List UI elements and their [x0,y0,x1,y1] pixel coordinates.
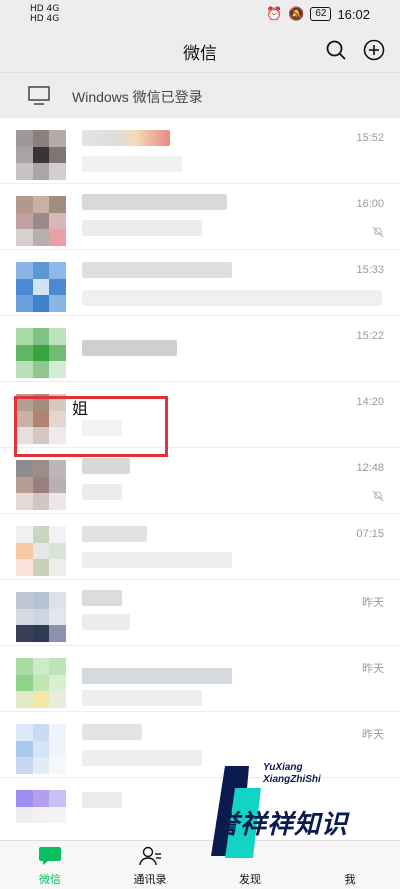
chat-name-blurred [82,340,177,356]
status-bar: HD 4G HD 4G ⏰ 🔕 62 16:02 [0,0,400,30]
chat-row[interactable]: 15:22 [0,316,400,382]
chat-time: 15:22 [356,330,384,342]
highlight-box [14,396,168,457]
avatar [16,196,66,246]
mute-status-icon: 🔕 [288,6,305,21]
signal-bottom: HD 4G [30,14,60,24]
chat-preview-blurred [82,290,382,306]
chat-row[interactable]: 昨天 [0,580,400,646]
mute-icon [372,226,384,238]
add-icon[interactable] [362,38,386,62]
tab-label: 发现 [239,874,261,886]
chat-preview-blurred [82,220,202,236]
banner-text: Windows 微信已登录 [72,89,203,105]
clock: 16:02 [337,6,370,22]
chat-list: 15:52 16:00 15:33 15:22 姐 14:20 12:48 07… [0,118,400,843]
alarm-icon: ⏰ [265,6,283,21]
title-bar: 微信 [0,30,400,72]
chat-preview-blurred [82,156,182,172]
chat-time: 15:33 [356,264,384,276]
watermark-big-text: 誉祥祥知识 [213,809,349,839]
chat-time: 昨天 [362,729,384,741]
tab-contacts[interactable]: 通讯录 [100,841,200,889]
search-icon[interactable] [324,38,348,62]
chat-preview-blurred [82,750,202,766]
avatar [16,658,66,708]
chat-preview-blurred [82,552,232,568]
chat-name-blurred [82,458,130,474]
chat-row[interactable]: 12:48 [0,448,400,514]
avatar [16,592,66,642]
watermark-line1: YuXiang [263,762,303,773]
tab-label: 微信 [39,874,61,886]
chat-preview-blurred [82,484,122,500]
avatar [16,460,66,510]
tab-label: 通讯录 [133,874,167,886]
chat-row[interactable]: 15:33 [0,250,400,316]
desktop-login-banner[interactable]: Windows 微信已登录 [0,72,400,119]
signal-top: HD 4G [30,4,60,14]
chat-name-blurred [82,262,232,278]
chat-bubble-icon [39,847,61,865]
chat-preview-blurred [82,614,130,630]
chat-name-blurred [82,590,122,606]
avatar [16,790,66,840]
chat-name-blurred [82,668,232,684]
status-right: ⏰ 🔕 62 16:02 [266,6,370,22]
signal-indicators: HD 4G HD 4G [30,4,59,24]
chat-row[interactable]: 昨天 [0,646,400,712]
tab-label: 我 [344,874,356,886]
chat-time: 昨天 [362,597,384,609]
chat-name-blurred [82,792,122,808]
tab-chats[interactable]: 微信 [0,841,100,889]
chat-row[interactable]: 07:15 [0,514,400,580]
watermark-line2: XiangZhiShi [263,774,321,785]
chat-time: 昨天 [362,663,384,675]
chat-time: 15:52 [356,132,384,144]
avatar [16,262,66,312]
chat-name-blurred [82,194,227,210]
chat-name-blurred [82,130,170,146]
chat-row[interactable]: 16:00 [0,184,400,250]
chat-name-blurred [82,724,142,740]
chat-time: 14:20 [356,396,384,408]
monitor-icon [28,86,50,105]
avatar [16,328,66,378]
watermark-logo: YuXiang XiangZhiShi 誉祥祥知识 [205,758,395,858]
chat-time: 07:15 [356,528,384,540]
mute-icon [372,490,384,502]
chat-time: 16:00 [356,198,384,210]
chat-time: 12:48 [356,462,384,474]
chat-name-blurred [82,526,147,542]
battery-level: 62 [310,7,332,21]
avatar [16,724,66,774]
chat-row[interactable]: 15:52 [0,118,400,184]
avatar [16,130,66,180]
contacts-icon [139,846,161,866]
avatar [16,526,66,576]
chat-preview-blurred [82,690,202,706]
